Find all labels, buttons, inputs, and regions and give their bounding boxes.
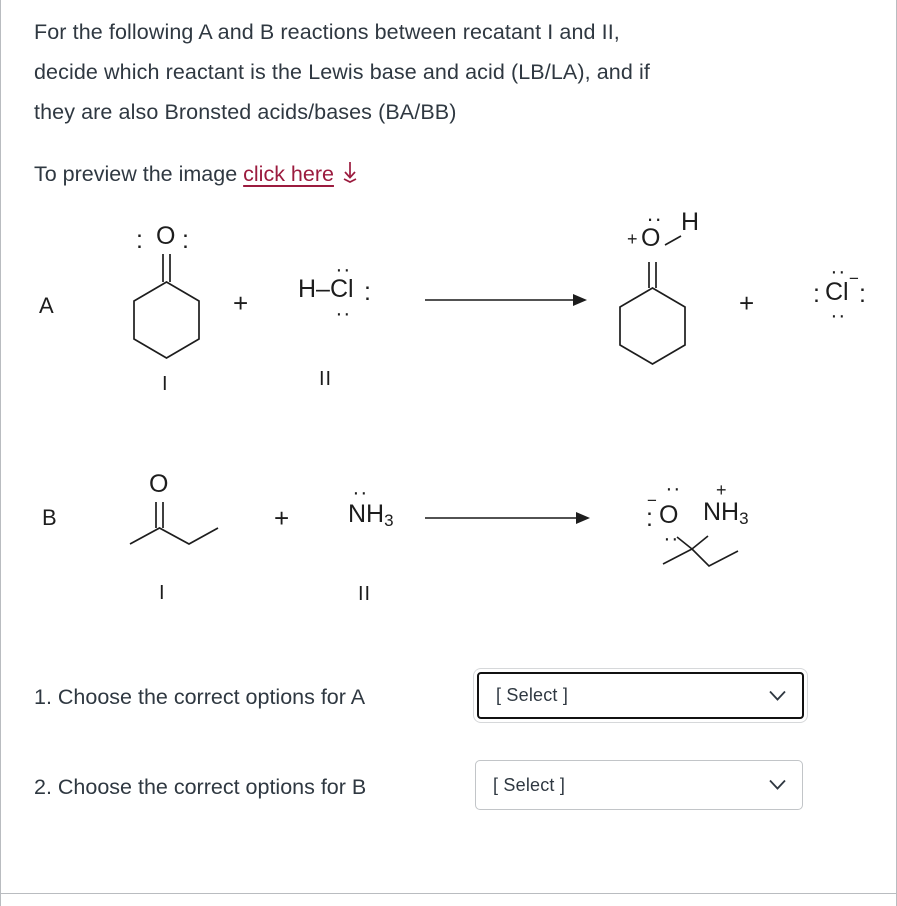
chloride-lone-pair-left: :: [813, 280, 822, 308]
chloride-lone-pair-bottom: ··: [831, 304, 847, 327]
question-2-label: 2. Choose the correct options for B: [34, 775, 367, 799]
reaction-a-label: A: [39, 293, 54, 318]
reaction-a-reactant-plus: +: [233, 288, 249, 318]
intermediate-oxygen-lone-pair-left: :: [646, 504, 655, 532]
ammonia-formula-text: NH: [348, 500, 385, 528]
chloride-charge: −: [849, 269, 859, 288]
chevron-down-icon: [769, 690, 786, 701]
reaction-a-product-plus: +: [739, 288, 755, 318]
reactant-b1-numeral: I: [159, 582, 166, 604]
question-page: For the following A and B reactions betw…: [0, 0, 897, 906]
prompt-line-2: decide which reactant is the Lewis base …: [34, 60, 650, 84]
question-prompt: For the following A and B reactions betw…: [34, 12, 854, 132]
ammonia-subscript: 3: [384, 511, 394, 530]
intermediate-nitrogen-label: NH3: [703, 498, 749, 529]
butanone-oxygen-label: O: [149, 470, 169, 498]
prompt-line-3: they are also Bronsted acids/bases (BA/B…: [34, 100, 457, 124]
intermediate-nitrogen-subscript: 3: [739, 509, 749, 528]
download-arrow-icon: [340, 160, 360, 184]
chloride-lone-pair-right: :: [859, 280, 868, 308]
chevron-down-icon: [769, 779, 786, 791]
reaction-b-label: B: [42, 505, 57, 530]
preview-prefix-text: To preview the image: [34, 162, 244, 186]
reactant-a2-numeral: II: [319, 368, 333, 390]
preview-instruction: To preview the image click here: [34, 157, 360, 191]
reactant-b2-numeral: II: [358, 583, 372, 605]
chlorine-lone-pair-right: :: [364, 278, 373, 306]
reactant-a1-numeral: I: [162, 373, 169, 395]
product-oxygen-atom-label: O: [641, 224, 661, 252]
intermediate-oxygen-label: O: [659, 501, 679, 529]
select-for-a-value: [ Select ]: [496, 685, 569, 705]
intermediate-nitrogen-text: NH: [703, 498, 740, 526]
question-1-label: 1. Choose the correct options for A: [34, 685, 366, 709]
chloride-atom-label: Cl: [825, 278, 849, 306]
oxygen-atom-label: O: [156, 222, 176, 250]
reaction-a-arrow: [425, 290, 587, 310]
reaction-b-reactant-plus: +: [274, 503, 290, 533]
select-for-a[interactable]: [ Select ]: [477, 672, 804, 719]
select-for-b[interactable]: [ Select ]: [475, 760, 803, 810]
product-oxygen-charge: +: [627, 229, 638, 249]
select-for-b-value: [ Select ]: [493, 774, 566, 795]
ammonia-formula: NH3: [348, 500, 394, 531]
page-bottom-border: [1, 893, 896, 894]
hcl-formula: H–Cl: [298, 275, 354, 303]
product-hydrogen-atom-label: H: [681, 208, 700, 236]
prompt-line-1: For the following A and B reactions betw…: [34, 20, 620, 44]
click-here-link[interactable]: click here: [243, 162, 334, 186]
reaction-b-arrow: [425, 508, 590, 528]
intermediate-oxygen-lone-pair-top: ··: [666, 477, 682, 500]
chlorine-lone-pair-bottom: ··: [336, 302, 352, 325]
